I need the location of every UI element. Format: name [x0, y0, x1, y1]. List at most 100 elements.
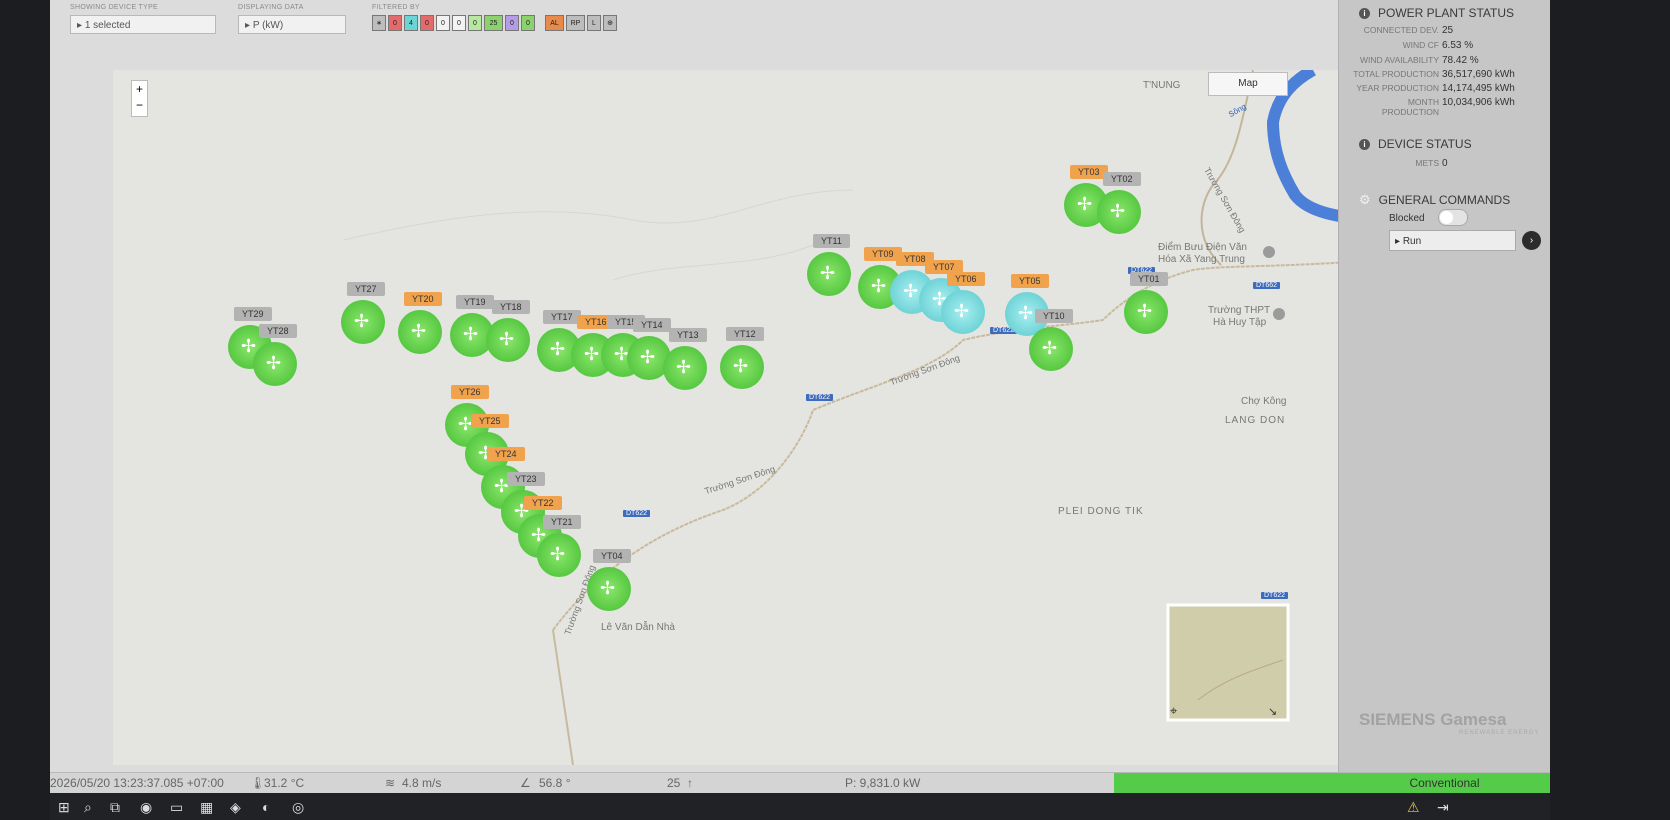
- right-panel: i POWER PLANT STATUS CONNECTED DEV. 25 WIN…: [1338, 0, 1550, 793]
- search-icon[interactable]: ⌕: [84, 799, 92, 816]
- turbine-label[interactable]: YT14: [633, 318, 671, 332]
- app-icon[interactable]: ◐: [262, 799, 270, 815]
- status-filter-chip[interactable]: 0: [388, 15, 402, 31]
- blocked-toggle[interactable]: [1438, 209, 1468, 226]
- wind-turbine-icon: ✢: [266, 353, 282, 373]
- wind-farm-map[interactable]: + − Map T'NUNG Điểm Bưu Điện Văn Hóa Xã …: [113, 70, 1378, 765]
- turbine-label[interactable]: YT10: [1035, 309, 1073, 323]
- turbine-label[interactable]: YT22: [524, 496, 562, 510]
- wind-turbine-icon: ✢: [499, 329, 515, 349]
- status-filter-chip[interactable]: 0: [452, 15, 466, 31]
- overview-minimap[interactable]: [1166, 603, 1290, 722]
- alarm-filter-chip[interactable]: ⊕: [603, 15, 617, 31]
- turbine-marker[interactable]: ✢: [941, 290, 985, 334]
- status-filter-chip[interactable]: 0: [468, 15, 482, 31]
- status-filter-chip[interactable]: 0: [521, 15, 535, 31]
- status-filter-chip[interactable]: 25: [484, 15, 503, 31]
- device-status-header: i DEVICE STATUS: [1359, 137, 1472, 151]
- displaying-data-select[interactable]: ▸ P (kW): [238, 15, 346, 34]
- turbine-marker[interactable]: ✢: [587, 567, 631, 611]
- turbine-label[interactable]: YT11: [813, 234, 850, 248]
- plant-status-key: MONTH PRODUCTION: [1381, 97, 1439, 117]
- turbine-label[interactable]: YT13: [669, 328, 707, 342]
- turbine-label[interactable]: YT17: [543, 310, 581, 324]
- turbine-label[interactable]: YT05: [1011, 274, 1049, 288]
- status-filter-chip[interactable]: 0: [505, 15, 519, 31]
- turbine-marker[interactable]: ✢: [1097, 190, 1141, 234]
- turbine-label[interactable]: YT02: [1103, 172, 1141, 186]
- wind-turbine-icon: ✢: [954, 301, 970, 321]
- turbine-label[interactable]: YT25: [471, 414, 509, 428]
- wind-turbine-icon: ✢: [1042, 338, 1058, 358]
- displaying-data-label: DISPLAYING DATA: [238, 4, 304, 11]
- device-type-select[interactable]: ▸ 1 selected: [70, 15, 216, 34]
- wind-turbine-icon: ✢: [550, 339, 566, 359]
- turbine-label[interactable]: YT04: [593, 549, 631, 563]
- edge-browser-icon[interactable]: ◉: [140, 799, 152, 816]
- wind-turbine-icon: ✢: [354, 311, 370, 331]
- turbine-label[interactable]: YT26: [451, 385, 489, 399]
- wind-turbine-icon: ✢: [676, 357, 692, 377]
- road-badge: DT662: [1253, 282, 1281, 289]
- file-explorer-icon[interactable]: ▭: [170, 799, 183, 816]
- windows-start-icon[interactable]: ⊞: [58, 799, 70, 816]
- expand-minimap-icon[interactable]: ↘: [1268, 705, 1277, 718]
- turbine-label[interactable]: YT19: [456, 295, 494, 309]
- warning-icon[interactable]: ⚠: [1407, 799, 1420, 816]
- wind-turbine-icon: ✢: [600, 578, 616, 598]
- turbine-label[interactable]: YT01: [1130, 272, 1168, 286]
- wind-turbine-icon: ✢: [411, 321, 427, 341]
- status-filter-chip[interactable]: 4: [404, 15, 418, 31]
- app-icon[interactable]: ◈: [230, 799, 241, 816]
- turbine-marker[interactable]: ✢: [486, 318, 530, 362]
- turbine-marker[interactable]: ✢: [537, 533, 581, 577]
- wind-turbine-icon: ✢: [1110, 201, 1126, 221]
- alarm-filter-chip[interactable]: AL: [545, 15, 564, 31]
- app-icon[interactable]: ▦: [200, 799, 213, 816]
- turbine-label[interactable]: YT23: [507, 472, 545, 486]
- command-select[interactable]: ▸ Run: [1389, 230, 1516, 251]
- wind-turbine-icon: ✢: [820, 263, 836, 283]
- zoom-in-button[interactable]: +: [132, 81, 147, 97]
- execute-command-button[interactable]: ›: [1522, 231, 1541, 250]
- turbine-marker[interactable]: ✢: [1124, 290, 1168, 334]
- locate-icon[interactable]: ⌖: [1170, 703, 1177, 719]
- chrome-browser-icon[interactable]: ◎: [292, 799, 304, 816]
- logout-icon[interactable]: ⇥: [1437, 799, 1449, 816]
- turbine-label[interactable]: YT28: [259, 324, 297, 338]
- turbine-label[interactable]: YT27: [347, 282, 385, 296]
- turbine-label[interactable]: YT12: [726, 327, 764, 341]
- alarm-filter-chip[interactable]: RP: [566, 15, 585, 31]
- wind-turbine-icon: ✢: [640, 347, 656, 367]
- caret-right-icon: ▸: [245, 20, 253, 31]
- turbine-label[interactable]: YT18: [492, 300, 530, 314]
- status-filter-chips: ∗ 0 4 0 0 0 0 25 0 0: [372, 15, 535, 31]
- turbine-marker[interactable]: ✢: [720, 345, 764, 389]
- turbine-marker[interactable]: ✢: [1029, 327, 1073, 371]
- arrow-up-icon: ↑: [687, 776, 693, 790]
- turbine-marker[interactable]: ✢: [663, 346, 707, 390]
- turbine-label[interactable]: YT24: [487, 447, 525, 461]
- zoom-out-button[interactable]: −: [132, 97, 147, 113]
- plant-status-key: YEAR PRODUCTION: [1356, 83, 1439, 93]
- place-pin-icon: [1273, 308, 1285, 320]
- taskbar: ⊞ ⌕ ⧉ ◉ ▭ ▦ ◈ ◐ ◎ ⚠ ⇥: [50, 793, 1550, 820]
- turbine-label[interactable]: YT29: [234, 307, 272, 321]
- plant-status-header: i POWER PLANT STATUS: [1359, 6, 1514, 20]
- status-filter-chip[interactable]: 0: [436, 15, 450, 31]
- task-view-icon[interactable]: ⧉: [110, 799, 120, 816]
- turbine-label[interactable]: YT03: [1070, 165, 1108, 179]
- turbine-label[interactable]: YT21: [543, 515, 581, 529]
- turbine-label[interactable]: YT06: [947, 272, 985, 286]
- place-school-line2: Hà Huy Tập: [1213, 317, 1267, 328]
- turbine-label[interactable]: YT20: [404, 292, 442, 306]
- status-filter-chip[interactable]: 0: [420, 15, 434, 31]
- map-type-button[interactable]: Map: [1208, 72, 1288, 96]
- turbine-marker[interactable]: ✢: [341, 300, 385, 344]
- alarm-filter-chip[interactable]: L: [587, 15, 601, 31]
- turbine-marker[interactable]: ✢: [807, 252, 851, 296]
- status-filter-chip[interactable]: ∗: [372, 15, 386, 31]
- wind-turbine-icon: ✢: [550, 544, 566, 564]
- turbine-marker[interactable]: ✢: [253, 342, 297, 386]
- turbine-marker[interactable]: ✢: [398, 310, 442, 354]
